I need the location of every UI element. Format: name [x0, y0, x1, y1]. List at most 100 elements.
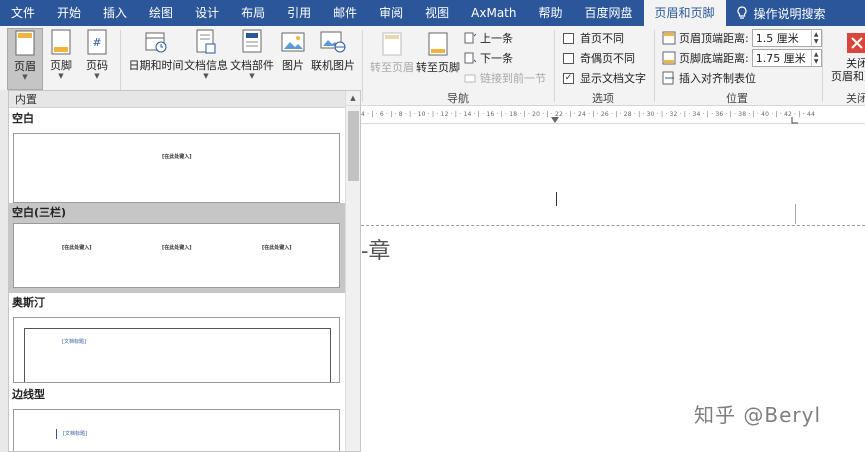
tab-insert[interactable]: 插入 [92, 0, 138, 26]
picture-label: 图片 [282, 59, 304, 72]
tab-help[interactable]: 帮助 [527, 0, 573, 26]
footer-bottom-distance: 页脚底端距离: 1.75 厘米 ▲ ▼ [662, 49, 822, 67]
tab-file[interactable]: 文件 [0, 0, 46, 26]
close-icon [846, 32, 865, 54]
doc-parts-button[interactable]: 文档部件 ▼ [230, 28, 274, 80]
checkbox-icon [563, 52, 574, 64]
tab-mailings[interactable]: 邮件 [322, 0, 368, 26]
close-group-label: 关闭 [846, 92, 865, 105]
link-to-previous-label: 链接到前一节 [480, 72, 546, 85]
header-cursor [556, 192, 557, 206]
footer-icon [48, 28, 74, 56]
show-doc-text-label: 显示文档文字 [580, 72, 646, 85]
lightbulb-icon [736, 6, 747, 19]
tell-me-search[interactable]: 操作说明搜索 [726, 5, 826, 22]
header-template-thumbnail[interactable]: [文档标题] [13, 317, 340, 383]
align-tab-icon [662, 71, 676, 85]
footer-distance-icon [662, 51, 676, 65]
date-time-button[interactable]: 日期和时间 [128, 28, 184, 72]
close-label-line2: 页眉和页 [831, 70, 865, 83]
online-picture-button[interactable]: 联机图片 [311, 28, 355, 72]
chevron-down-icon: ▼ [22, 73, 28, 81]
gallery-section-title: 空白(三栏) [12, 206, 67, 219]
previous-button[interactable]: 上一条 [463, 29, 513, 47]
ribbon-separator [362, 30, 363, 102]
tab-home[interactable]: 开始 [46, 0, 92, 26]
ruler-tab-icon [791, 117, 798, 124]
previous-label: 上一条 [480, 32, 513, 45]
date-time-label: 日期和时间 [128, 59, 184, 72]
template-placeholder: [在此处键入] [62, 245, 92, 251]
footer-button-label: 页脚 [50, 59, 72, 72]
footer-bottom-spinner[interactable]: 1.75 厘米 ▲ ▼ [751, 49, 822, 67]
gallery-section-sideline[interactable]: 边线型 [文档标题] [9, 387, 346, 451]
template-placeholder: [文档标题] [63, 431, 87, 437]
horizontal-ruler[interactable]: 4 · | · 6 · | · 8 · | · 10 · | · 12 · | … [361, 108, 865, 124]
chevron-down-icon: ▼ [249, 72, 255, 80]
ribbon-separator [822, 30, 823, 102]
svg-text:#: # [92, 36, 101, 49]
gallery-header-builtin: 内置 [9, 91, 360, 108]
ruler-marker-icon [551, 117, 559, 123]
template-placeholder: [在此处键入] [162, 245, 192, 251]
header-template-thumbnail[interactable]: [在此处键入] [13, 133, 340, 203]
scroll-up-icon[interactable]: ▲ [346, 91, 360, 106]
tab-references[interactable]: 引用 [276, 0, 322, 26]
header-distance-icon [662, 31, 676, 45]
header-button[interactable]: 页眉 ▼ [7, 28, 43, 90]
picture-icon [280, 28, 306, 56]
gallery-section-blank[interactable]: 空白 [在此处键入] [9, 111, 346, 203]
tab-draw[interactable]: 绘图 [138, 0, 184, 26]
options-group-label: 选项 [592, 92, 614, 105]
link-icon [463, 71, 477, 85]
doc-info-button[interactable]: 文档信息 ▼ [184, 28, 228, 80]
close-label-line1: 关闭 [846, 57, 865, 70]
footer-bottom-value[interactable]: 1.75 厘米 [753, 50, 811, 66]
goto-header-button[interactable]: 转至页眉 [370, 30, 414, 74]
header-template-thumbnail[interactable]: [文档标题] [13, 409, 340, 451]
document-left-strip [0, 90, 8, 452]
page-number-icon: # [84, 28, 110, 56]
show-doc-text-checkbox[interactable]: ✓ 显示文档文字 [563, 69, 646, 87]
picture-button[interactable]: 图片 [278, 28, 308, 72]
chevron-down-icon: ▼ [94, 72, 100, 80]
close-header-footer-button[interactable]: 关闭 页眉和页 [828, 32, 865, 83]
ribbon-separator [654, 30, 655, 102]
goto-header-label: 转至页眉 [370, 61, 414, 74]
checkbox-icon [563, 32, 574, 44]
header-template-thumbnail[interactable]: [在此处键入] [在此处键入] [在此处键入] [13, 223, 340, 288]
header-top-value[interactable]: 1.5 厘米 [753, 30, 811, 46]
gallery-section-austin[interactable]: 奥斯汀 [文档标题] [9, 295, 346, 387]
insert-align-tab-button[interactable]: 插入对齐制表位 [662, 69, 756, 87]
page-number-button[interactable]: # 页码 ▼ [82, 28, 112, 80]
header-gallery-dropdown: 内置 空白 [在此处键入] 空白(三栏) [在此处键入] [在此处键入] [在此… [8, 90, 361, 452]
footer-button[interactable]: 页脚 ▼ [46, 28, 76, 80]
scrollbar-thumb[interactable] [348, 111, 359, 181]
page-number-label: 页码 [86, 59, 108, 72]
gallery-scrollbar[interactable]: ▲ [345, 91, 360, 451]
chapter-heading-fragment: -章 [361, 239, 391, 264]
goto-footer-button[interactable]: 转至页脚 [416, 30, 460, 74]
tab-review[interactable]: 审阅 [368, 0, 414, 26]
insert-align-tab-label: 插入对齐制表位 [679, 72, 756, 85]
tab-design[interactable]: 设计 [184, 0, 230, 26]
footer-bottom-label: 页脚底端距离: [679, 52, 749, 65]
next-button[interactable]: 下一条 [463, 49, 513, 67]
link-to-previous-button[interactable]: 链接到前一节 [463, 69, 546, 87]
tab-axmath[interactable]: AxMath [460, 0, 527, 26]
first-page-different-checkbox[interactable]: 首页不同 [563, 29, 624, 47]
header-top-spinner[interactable]: 1.5 厘米 ▲ ▼ [751, 29, 822, 47]
gallery-section-title: 奥斯汀 [12, 296, 45, 309]
gallery-section-blank-three-column[interactable]: 空白(三栏) [在此处键入] [在此处键入] [在此处键入] [9, 203, 346, 293]
header-icon [12, 29, 38, 57]
odd-even-different-checkbox[interactable]: 奇偶页不同 [563, 49, 635, 67]
tab-view[interactable]: 视图 [414, 0, 460, 26]
austin-frame [24, 328, 331, 382]
spinner-arrows-icon[interactable]: ▲ ▼ [810, 30, 821, 46]
online-picture-icon [320, 28, 346, 56]
tab-baidu-netdisk[interactable]: 百度网盘 [574, 0, 644, 26]
tab-layout[interactable]: 布局 [230, 0, 276, 26]
ruler-ticks: 4 · | · 6 · | · 8 · | · 10 · | · 12 · | … [361, 111, 815, 118]
spinner-arrows-icon[interactable]: ▲ ▼ [810, 50, 821, 66]
tab-header-footer[interactable]: 页眉和页脚 [643, 0, 726, 26]
